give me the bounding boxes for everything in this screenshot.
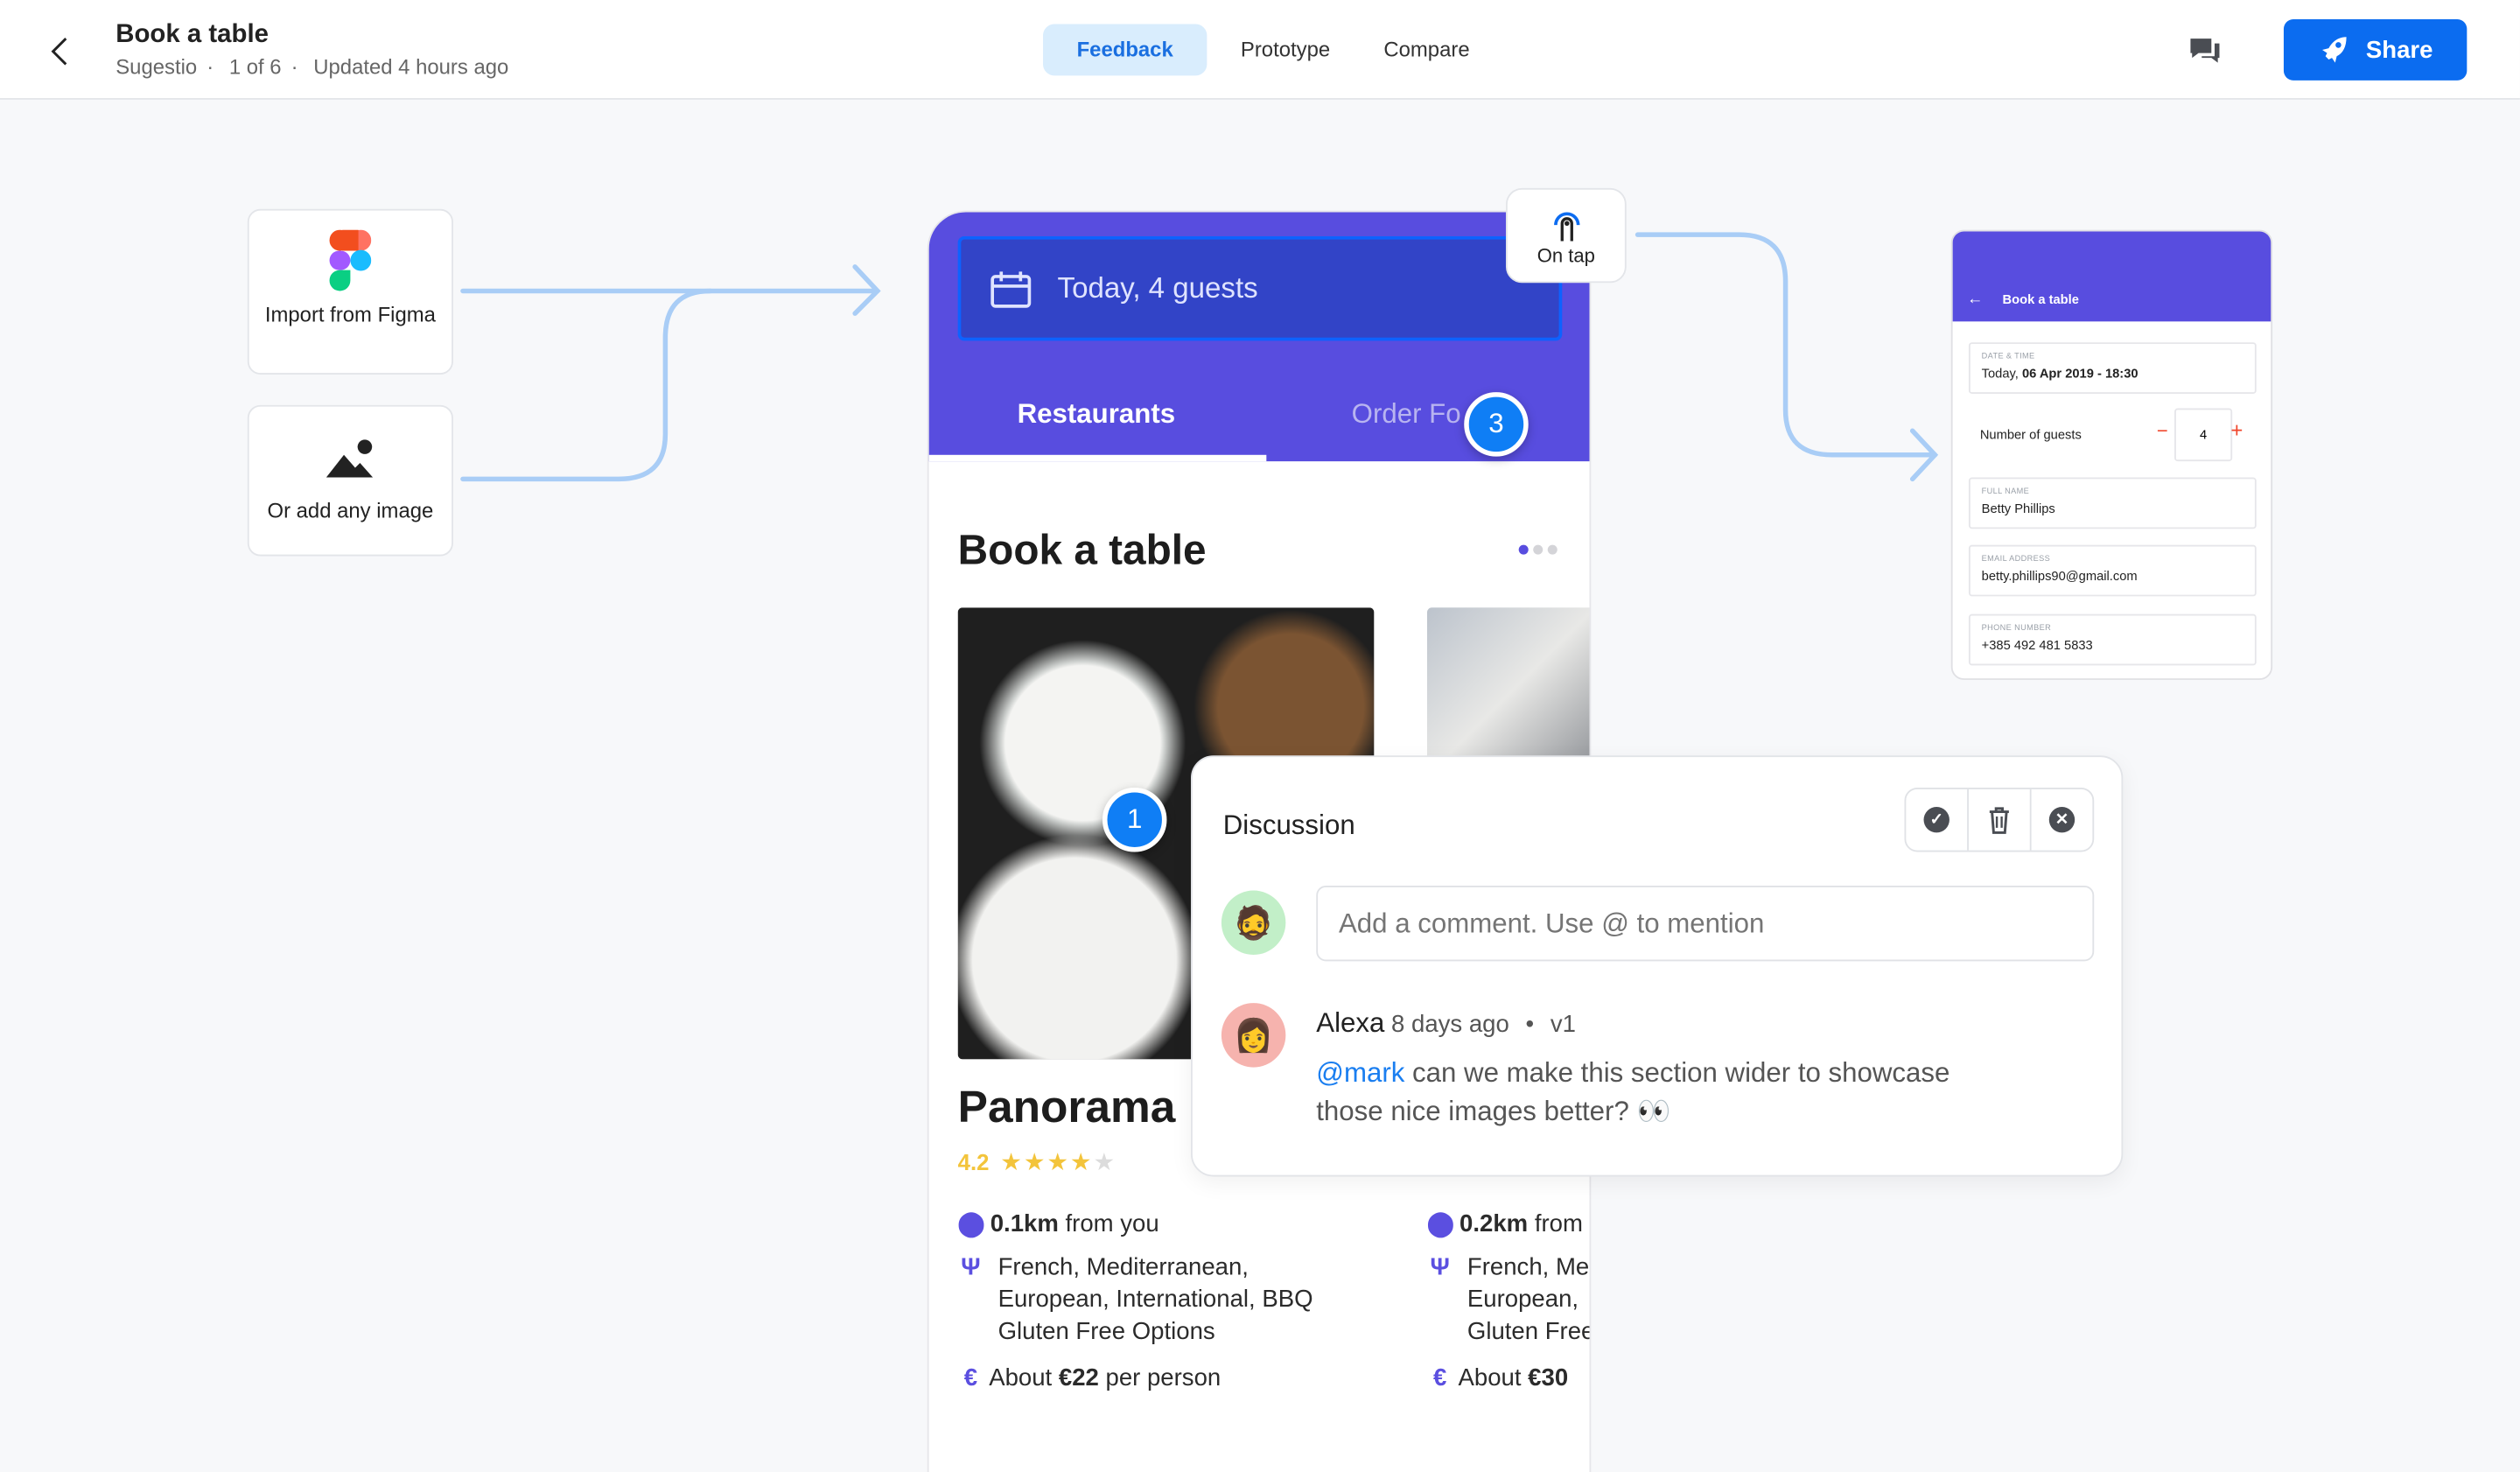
minus-icon: − bbox=[2156, 419, 2168, 443]
restaurant-details-2: ⬤ 0.2km from Ψ French, Me European, Glut… bbox=[1426, 1209, 1592, 1395]
euro-icon: € bbox=[963, 1364, 978, 1392]
price: €22 bbox=[1058, 1364, 1099, 1392]
delete-button[interactable] bbox=[1969, 789, 2032, 851]
full-name-field: FULL NAME Betty Phillips bbox=[1968, 477, 2257, 529]
alexa-avatar: 👩 bbox=[1221, 1003, 1286, 1068]
field-value: Betty Phillips bbox=[1981, 501, 2055, 516]
carousel-dots[interactable] bbox=[1518, 544, 1558, 555]
field-label: PHONE NUMBER bbox=[1981, 623, 2052, 634]
restaurant-photo-2[interactable] bbox=[1426, 607, 1590, 768]
plus-icon: + bbox=[2230, 417, 2244, 443]
field-label: EMAIL ADDRESS bbox=[1981, 554, 2051, 564]
on-tap-label: On tap bbox=[1536, 244, 1595, 267]
price-text: per person bbox=[1098, 1364, 1222, 1392]
field-value: +385 492 481 5833 bbox=[1981, 638, 2093, 653]
star-icon: ★ bbox=[1069, 1149, 1094, 1177]
distance: 0.2km bbox=[1460, 1210, 1529, 1238]
check-circle-icon: ✓ bbox=[1923, 807, 1950, 833]
cutlery-icon: Ψ bbox=[1430, 1253, 1450, 1281]
field-label: DATE & TIME bbox=[1981, 352, 2035, 362]
price-text: About bbox=[989, 1364, 1059, 1392]
calendar-icon bbox=[990, 270, 1032, 307]
date-time-field: DATE & TIME Today, 06 Apr 2019 - 18:30 bbox=[1968, 342, 2257, 394]
comment-meta: Alexa 8 days ago • v1 bbox=[1316, 1008, 1576, 1041]
add-image-card[interactable]: Or add any image bbox=[247, 404, 453, 557]
section-heading: Book a table bbox=[957, 525, 1207, 574]
cuisine-line: European, International, BBQ bbox=[998, 1286, 1313, 1314]
comment-version[interactable]: v1 bbox=[1550, 1011, 1576, 1038]
on-tap-trigger[interactable]: On tap bbox=[1505, 187, 1627, 284]
separator: • bbox=[1525, 1011, 1535, 1039]
cuisine-line: Gluten Free bbox=[1466, 1318, 1592, 1346]
star-icons: ★★★★★ bbox=[1000, 1147, 1116, 1176]
location-pin-icon: ⬤ bbox=[957, 1210, 985, 1238]
tap-gesture-icon bbox=[1553, 212, 1579, 242]
comment-input[interactable] bbox=[1316, 886, 2095, 962]
guests-label: Number of guests bbox=[1979, 427, 2082, 443]
star-icon: ★ bbox=[1023, 1149, 1047, 1177]
distance-text: from you bbox=[1058, 1210, 1159, 1238]
cuisine-line: French, Me bbox=[1466, 1253, 1590, 1281]
connector-on-tap bbox=[1634, 232, 1938, 458]
distance-text: from bbox=[1528, 1210, 1583, 1238]
back-arrow-icon: ← bbox=[1967, 291, 1984, 309]
add-image-label: Or add any image bbox=[267, 498, 434, 522]
comment-pin-3[interactable]: 3 bbox=[1464, 392, 1529, 457]
target-screen-book-a-table[interactable]: ← Book a table DATE & TIME Today, 06 Apr… bbox=[1950, 229, 2273, 680]
trash-icon bbox=[1989, 806, 2009, 833]
cuisine-line: European, bbox=[1466, 1286, 1579, 1314]
discussion-panel: Discussion ✓ ✕ 🧔 👩 Alexa 8 days ago • v1… bbox=[1190, 755, 2124, 1177]
guests-stepper-value: 4 bbox=[2174, 408, 2233, 462]
price: €30 bbox=[1528, 1364, 1569, 1392]
field-value: Today, bbox=[1981, 366, 2022, 382]
comment-pin-1[interactable]: 1 bbox=[1102, 787, 1167, 852]
image-icon bbox=[326, 439, 374, 478]
import-figma-card[interactable]: Import from Figma bbox=[247, 208, 453, 375]
field-value: 06 Apr 2019 - 18:30 bbox=[2021, 366, 2138, 382]
figma-logo-icon bbox=[329, 229, 372, 291]
comment-author: Alexa bbox=[1316, 1007, 1385, 1039]
email-field: EMAIL ADDRESS betty.phillips90@gmail.com bbox=[1968, 544, 2257, 597]
comment-text: can we make this section wider to showca… bbox=[1404, 1057, 1950, 1089]
discussion-title: Discussion bbox=[1222, 810, 1355, 841]
cuisine-line: French, Mediterranean, bbox=[998, 1253, 1249, 1281]
price-text: About bbox=[1458, 1364, 1529, 1392]
current-user-avatar: 🧔 bbox=[1221, 890, 1286, 955]
comment-time: 8 days ago bbox=[1391, 1011, 1509, 1039]
comment-text: those nice images better? 👀 bbox=[1316, 1096, 1671, 1127]
location-pin-icon: ⬤ bbox=[1426, 1210, 1454, 1238]
date-guests-label: Today, 4 guests bbox=[1057, 271, 1258, 305]
cuisine-line: Gluten Free Options bbox=[998, 1318, 1215, 1346]
mention-link[interactable]: @mark bbox=[1316, 1058, 1404, 1089]
date-guests-selector[interactable]: Today, 4 guests bbox=[957, 235, 1563, 341]
close-button[interactable]: ✕ bbox=[2032, 789, 2093, 851]
rating: 4.2 ★★★★★ bbox=[958, 1147, 1116, 1176]
euro-icon: € bbox=[1433, 1364, 1447, 1392]
import-figma-label: Import from Figma bbox=[264, 302, 436, 326]
active-tab-indicator bbox=[928, 454, 1267, 462]
restaurant-name: Panorama bbox=[957, 1082, 1176, 1132]
target-screen-header: ← Book a table bbox=[1952, 231, 2272, 322]
close-circle-icon: ✕ bbox=[2048, 807, 2076, 833]
discussion-actions: ✓ ✕ bbox=[1904, 787, 2095, 852]
star-icon: ★ bbox=[1000, 1149, 1024, 1177]
connector-image bbox=[460, 288, 713, 482]
cutlery-icon: Ψ bbox=[961, 1253, 981, 1281]
restaurant-details: ⬤ 0.1km from you Ψ French, Mediterranean… bbox=[958, 1209, 1392, 1395]
field-label: FULL NAME bbox=[1981, 487, 2030, 497]
star-icon: ★ bbox=[1093, 1149, 1117, 1177]
field-value: betty.phillips90@gmail.com bbox=[1981, 569, 2138, 584]
distance: 0.1km bbox=[990, 1210, 1059, 1238]
resolve-button[interactable]: ✓ bbox=[1906, 789, 1969, 851]
rating-value: 4.2 bbox=[957, 1149, 990, 1175]
tab-order-food[interactable]: Order Fo bbox=[1352, 399, 1461, 431]
phone-field: PHONE NUMBER +385 492 481 5833 bbox=[1968, 613, 2257, 666]
comment-body: @mark can we make this section wider to … bbox=[1316, 1055, 1950, 1132]
tab-restaurants[interactable]: Restaurants bbox=[1018, 399, 1175, 431]
star-icon: ★ bbox=[1046, 1149, 1070, 1177]
target-screen-title: Book a table bbox=[2002, 292, 2079, 307]
